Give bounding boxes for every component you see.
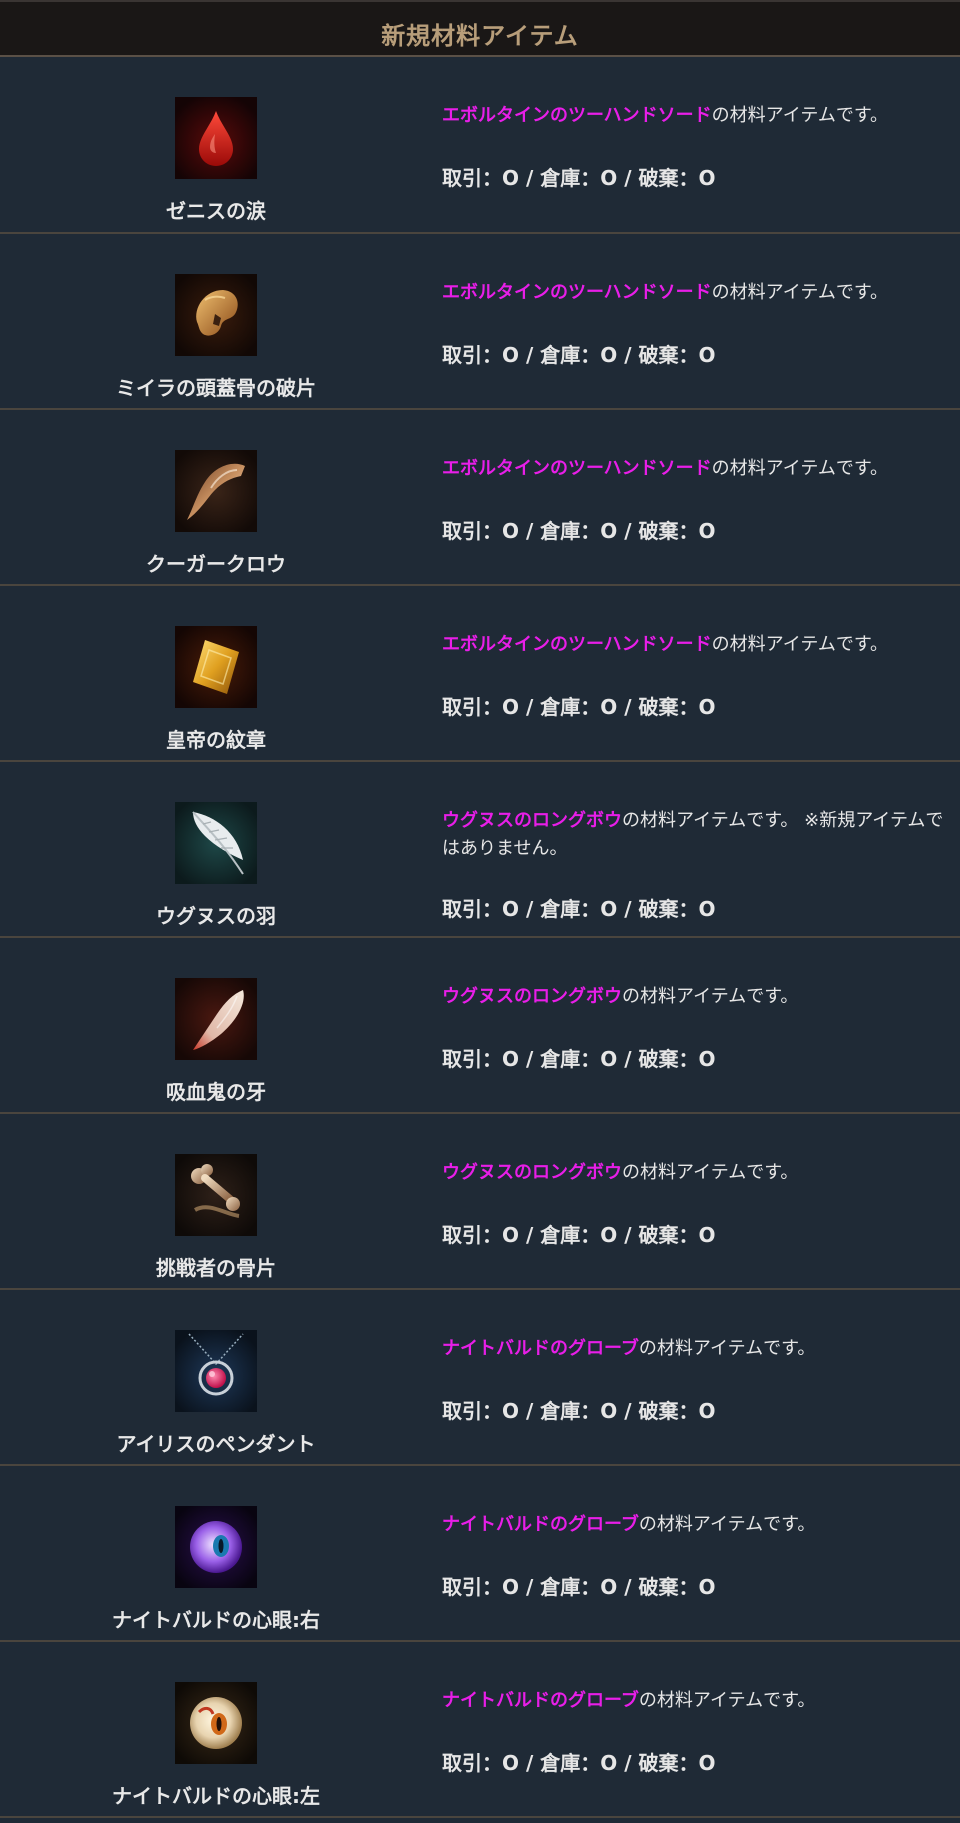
item-row: 挑戦者の骨片 ウグヌスのロングボウの材料アイテムです。 取引：O / 倉庫：O …: [0, 1114, 960, 1290]
weapon-link[interactable]: ナイトバルドのグローブ: [442, 1338, 639, 1359]
item-name: 皇帝の紋章: [166, 728, 266, 752]
item-description: ウグヌスのロングボウの材料アイテムです。 ※新規アイテムではありません。: [442, 807, 947, 863]
item-name: アイリスのペンダント: [116, 1432, 316, 1456]
item-name: ゼニスの涙: [166, 199, 266, 223]
red-tear-icon: [175, 97, 257, 179]
item-name: 挑戦者の骨片: [156, 1256, 276, 1280]
weapon-link[interactable]: ウグヌスのロングボウ: [442, 1162, 622, 1183]
skull-fragment-icon: [175, 274, 257, 356]
item-name: ウグヌスの羽: [156, 904, 276, 928]
fang-icon: [175, 978, 257, 1060]
item-flags: 取引：O / 倉庫：O / 破棄：O: [442, 1751, 716, 1775]
description-suffix: の材料アイテムです。: [711, 634, 889, 655]
claw-icon: [175, 450, 257, 532]
item-row: アイリスのペンダント ナイトバルドのグローブの材料アイテムです。 取引：O / …: [0, 1290, 960, 1466]
bone-fragment-icon: [175, 1154, 257, 1236]
description-suffix: の材料アイテムです。: [638, 1690, 816, 1711]
section-header: 新規材料アイテム: [0, 0, 960, 57]
item-row: 皇帝の紋章 エボルタインのツーハンドソードの材料アイテムです。 取引：O / 倉…: [0, 586, 960, 762]
weapon-link[interactable]: エボルタインのツーハンドソード: [442, 634, 712, 655]
description-suffix: の材料アイテムです。: [711, 282, 889, 303]
gold-emblem-icon: [175, 626, 257, 708]
item-list: ゼニスの涙 エボルタインのツーハンドソードの材料アイテムです。 取引：O / 倉…: [0, 57, 960, 1818]
amber-eye-orb-icon: [175, 1682, 257, 1764]
item-row: ウグヌスの羽 ウグヌスのロングボウの材料アイテムです。 ※新規アイテムではありま…: [0, 762, 960, 938]
description-suffix: の材料アイテムです。: [711, 458, 889, 479]
weapon-link[interactable]: ナイトバルドのグローブ: [442, 1690, 639, 1711]
weapon-link[interactable]: エボルタインのツーハンドソード: [442, 105, 712, 126]
weapon-link[interactable]: ナイトバルドのグローブ: [442, 1514, 639, 1535]
item-name: ミイラの頭蓋骨の破片: [116, 376, 316, 400]
item-name: ナイトバルドの心眼:左: [112, 1784, 320, 1808]
item-description: エボルタインのツーハンドソードの材料アイテムです。: [442, 279, 947, 307]
item-description: エボルタインのツーハンドソードの材料アイテムです。: [442, 102, 947, 130]
description-suffix: の材料アイテムです。: [711, 105, 889, 126]
item-flags: 取引：O / 倉庫：O / 破棄：O: [442, 519, 716, 543]
item-row: ゼニスの涙 エボルタインのツーハンドソードの材料アイテムです。 取引：O / 倉…: [0, 57, 960, 234]
item-row: ナイトバルドの心眼:右 ナイトバルドのグローブの材料アイテムです。 取引：O /…: [0, 1466, 960, 1642]
item-description: エボルタインのツーハンドソードの材料アイテムです。: [442, 455, 947, 483]
item-description: エボルタインのツーハンドソードの材料アイテムです。: [442, 631, 947, 659]
item-row: ナイトバルドの心眼:左 ナイトバルドのグローブの材料アイテムです。 取引：O /…: [0, 1642, 960, 1818]
weapon-link[interactable]: ウグヌスのロングボウ: [442, 810, 622, 831]
item-description: ナイトバルドのグローブの材料アイテムです。: [442, 1335, 947, 1363]
item-flags: 取引：O / 倉庫：O / 破棄：O: [442, 1575, 716, 1599]
item-description: ナイトバルドのグローブの材料アイテムです。: [442, 1687, 947, 1715]
item-description: ウグヌスのロングボウの材料アイテムです。: [442, 1159, 947, 1187]
weapon-link[interactable]: ウグヌスのロングボウ: [442, 986, 622, 1007]
item-row: ミイラの頭蓋骨の破片 エボルタインのツーハンドソードの材料アイテムです。 取引：…: [0, 234, 960, 410]
item-flags: 取引：O / 倉庫：O / 破棄：O: [442, 1223, 716, 1247]
description-suffix: の材料アイテムです。: [622, 1162, 799, 1183]
item-flags: 取引：O / 倉庫：O / 破棄：O: [442, 1399, 716, 1423]
item-row: 吸血鬼の牙 ウグヌスのロングボウの材料アイテムです。 取引：O / 倉庫：O /…: [0, 938, 960, 1114]
item-name: 吸血鬼の牙: [166, 1080, 266, 1104]
item-row: クーガークロウ エボルタインのツーハンドソードの材料アイテムです。 取引：O /…: [0, 410, 960, 586]
item-description: ナイトバルドのグローブの材料アイテムです。: [442, 1511, 947, 1539]
item-flags: 取引：O / 倉庫：O / 破棄：O: [442, 695, 716, 719]
item-name: ナイトバルドの心眼:右: [112, 1608, 320, 1632]
weapon-link[interactable]: エボルタインのツーハンドソード: [442, 282, 712, 303]
pendant-icon: [175, 1330, 257, 1412]
item-flags: 取引：O / 倉庫：O / 破棄：O: [442, 1047, 716, 1071]
feather-icon: [175, 802, 257, 884]
item-name: クーガークロウ: [146, 552, 286, 576]
item-flags: 取引：O / 倉庫：O / 破棄：O: [442, 343, 716, 367]
item-flags: 取引：O / 倉庫：O / 破棄：O: [442, 897, 716, 921]
description-suffix: の材料アイテムです。: [638, 1514, 816, 1535]
weapon-link[interactable]: エボルタインのツーハンドソード: [442, 458, 712, 479]
section-title: 新規材料アイテム: [381, 22, 579, 50]
item-description: ウグヌスのロングボウの材料アイテムです。: [442, 983, 947, 1011]
description-suffix: の材料アイテムです。: [638, 1338, 816, 1359]
item-flags: 取引：O / 倉庫：O / 破棄：O: [442, 166, 716, 190]
description-suffix: の材料アイテムです。: [622, 986, 799, 1007]
purple-eye-orb-icon: [175, 1506, 257, 1588]
